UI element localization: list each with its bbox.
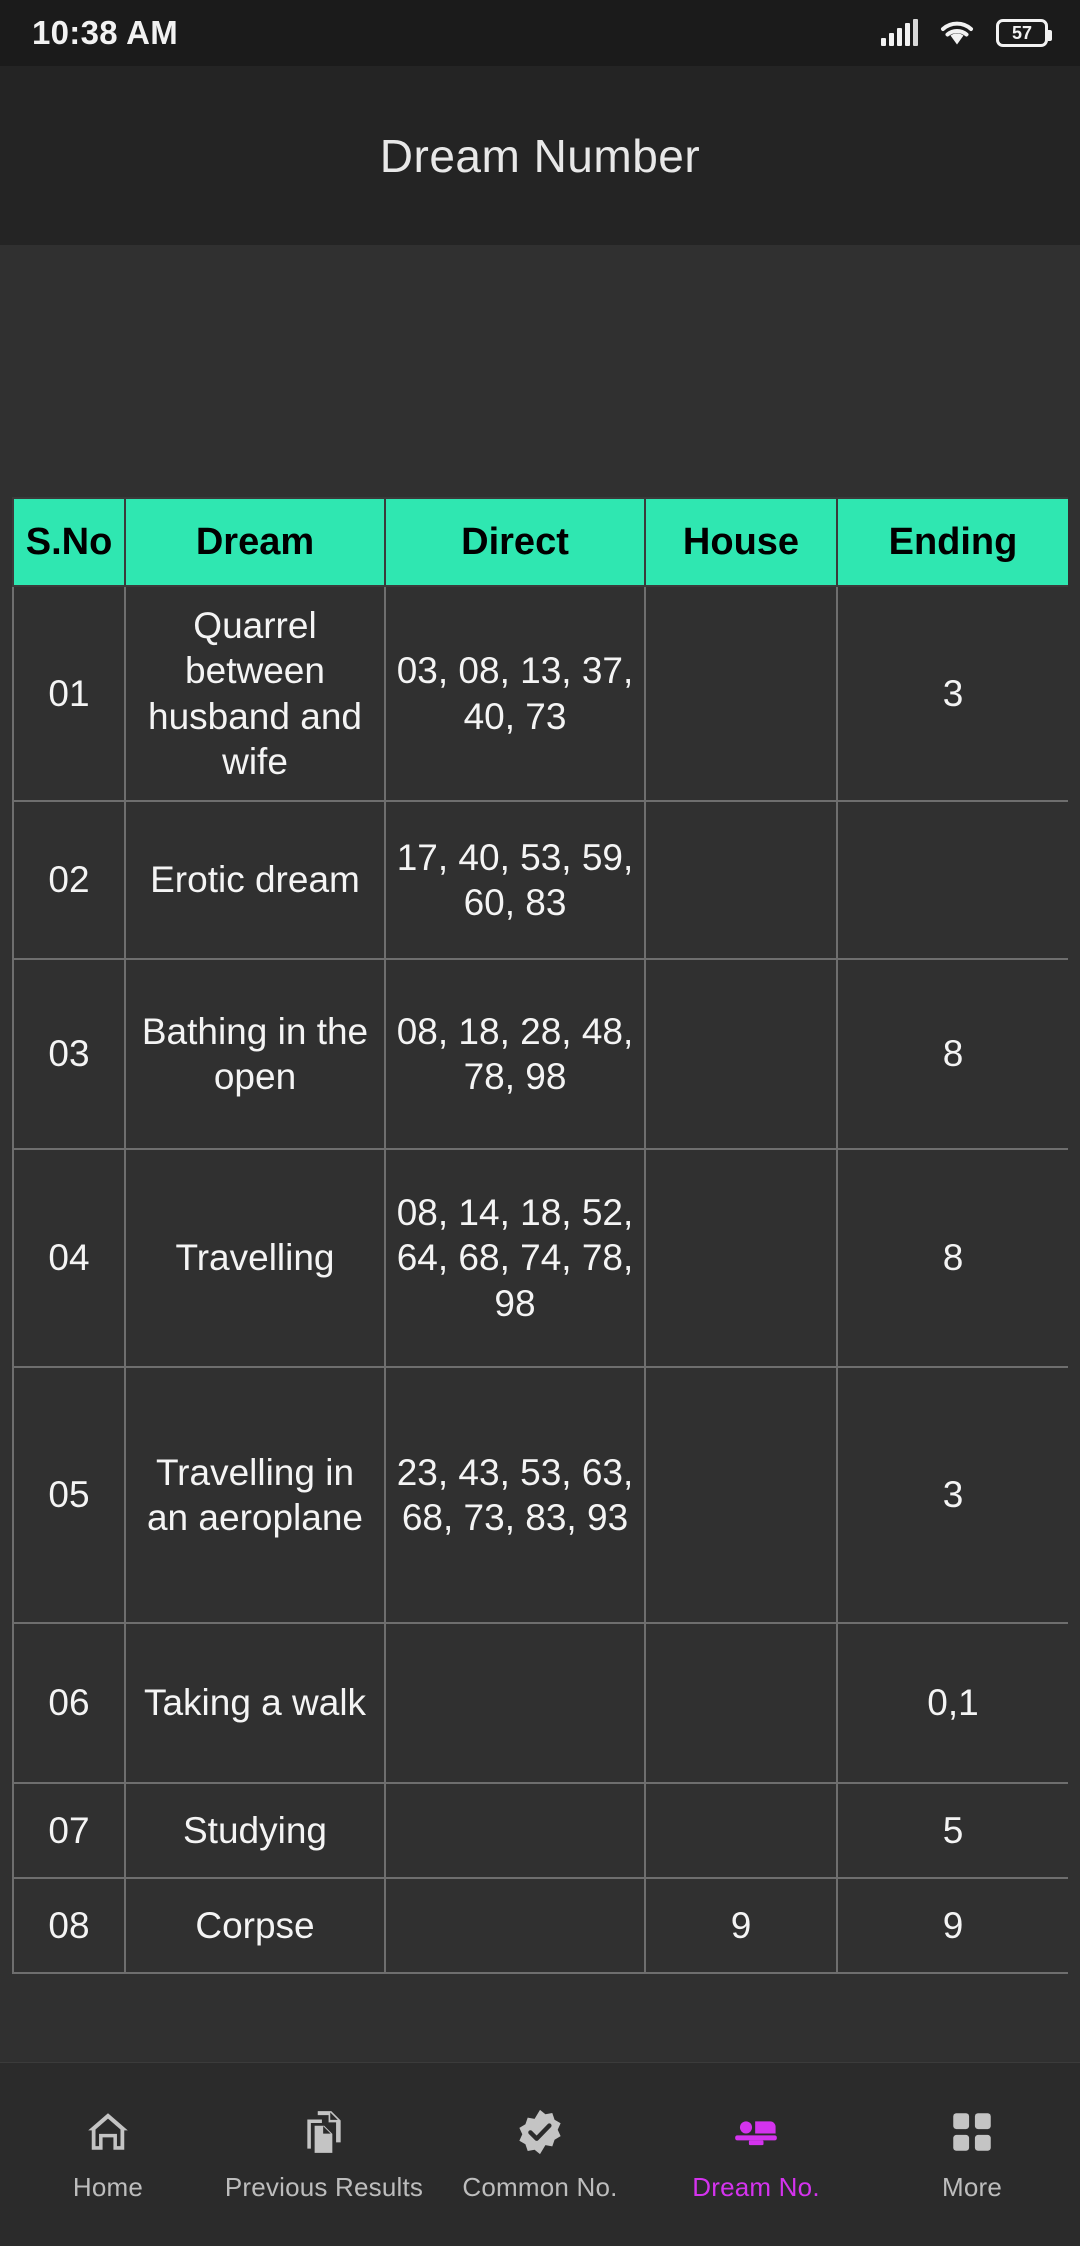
cell-dream: Bathing in the open	[124, 958, 386, 1150]
cell-house: 9	[644, 1877, 838, 1974]
nav-label: Dream No.	[692, 2172, 820, 2202]
app-bar: Dream Number	[0, 66, 1080, 245]
cell-house	[644, 1782, 838, 1879]
cell-sno: 01	[12, 585, 126, 802]
cell-dream: Quarrel between husband and wife	[124, 585, 386, 802]
signal-icon	[881, 19, 918, 46]
home-icon	[82, 2106, 134, 2158]
wifi-icon	[940, 20, 974, 46]
nav-item-common-no[interactable]: Common No.	[432, 2063, 648, 2246]
nav-item-dream-no[interactable]: Dream No.	[648, 2063, 864, 2246]
app-screen: 10:38 AM 57 Dream Number S.No Dream Dire…	[0, 0, 1080, 2246]
documents-icon	[298, 2106, 350, 2158]
table-row[interactable]: 08 Corpse 9 9	[12, 1877, 1068, 1974]
cell-direct	[384, 1877, 646, 1974]
column-header-ending: Ending	[836, 497, 1068, 587]
battery-level: 57	[1011, 23, 1033, 43]
table-row[interactable]: 02 Erotic dream 17, 40, 53, 59, 60, 83	[12, 800, 1068, 960]
column-header-house: House	[644, 497, 838, 587]
table-row[interactable]: 03 Bathing in the open 08, 18, 28, 48, 7…	[12, 958, 1068, 1150]
status-bar: 10:38 AM 57	[0, 0, 1080, 66]
table-row[interactable]: 01 Quarrel between husband and wife 03, …	[12, 585, 1068, 802]
cell-direct	[384, 1782, 646, 1879]
bed-icon	[730, 2106, 782, 2158]
cell-sno: 03	[12, 958, 126, 1150]
nav-label: More	[941, 2172, 1003, 2202]
cell-sno: 04	[12, 1148, 126, 1368]
nav-label: Home	[72, 2172, 144, 2202]
cell-dream: Studying	[124, 1782, 386, 1879]
cell-sno: 02	[12, 800, 126, 960]
cell-ending: 3	[836, 585, 1068, 802]
cell-dream: Taking a walk	[124, 1622, 386, 1784]
bottom-navigation: Home Previous Results Common No. Dream N…	[0, 2062, 1080, 2246]
cell-ending: 5	[836, 1782, 1068, 1879]
dream-number-table-container[interactable]: S.No Dream Direct House Ending 01 Quarre…	[12, 497, 1068, 2062]
cell-house	[644, 585, 838, 802]
cell-dream: Erotic dream	[124, 800, 386, 960]
cell-dream: Travelling	[124, 1148, 386, 1368]
cell-ending: 0,1	[836, 1622, 1068, 1784]
cell-direct: 23, 43, 53, 63, 68, 73, 83, 93	[384, 1366, 646, 1624]
cell-sno: 08	[12, 1877, 126, 1974]
cell-ending: 8	[836, 1148, 1068, 1368]
cell-house	[644, 1148, 838, 1368]
column-header-dream: Dream	[124, 497, 386, 587]
cell-house	[644, 1622, 838, 1784]
cell-ending	[836, 800, 1068, 960]
nav-item-home[interactable]: Home	[0, 2063, 216, 2246]
cell-house	[644, 800, 838, 960]
cell-sno: 07	[12, 1782, 126, 1879]
table-header-row: S.No Dream Direct House Ending	[12, 497, 1068, 587]
grid-icon	[946, 2106, 998, 2158]
cell-dream: Travelling in an aeroplane	[124, 1366, 386, 1624]
column-header-sno: S.No	[12, 497, 126, 587]
dream-number-table: S.No Dream Direct House Ending 01 Quarre…	[12, 497, 1068, 1974]
column-header-direct: Direct	[384, 497, 646, 587]
nav-label: Previous Results	[224, 2172, 424, 2202]
cell-direct: 08, 18, 28, 48, 78, 98	[384, 958, 646, 1150]
status-icons: 57	[881, 19, 1052, 47]
cell-ending: 3	[836, 1366, 1068, 1624]
nav-item-more[interactable]: More	[864, 2063, 1080, 2246]
nav-item-previous-results[interactable]: Previous Results	[216, 2063, 432, 2246]
cell-direct	[384, 1622, 646, 1784]
table-row[interactable]: 04 Travelling 08, 14, 18, 52, 64, 68, 74…	[12, 1148, 1068, 1368]
cell-house	[644, 958, 838, 1150]
cell-sno: 06	[12, 1622, 126, 1784]
cell-sno: 05	[12, 1366, 126, 1624]
table-row[interactable]: 07 Studying 5	[12, 1782, 1068, 1879]
table-row[interactable]: 06 Taking a walk 0,1	[12, 1622, 1068, 1784]
cell-ending: 9	[836, 1877, 1068, 1974]
battery-icon: 57	[996, 19, 1052, 47]
cell-house	[644, 1366, 838, 1624]
table-row[interactable]: 05 Travelling in an aeroplane 23, 43, 53…	[12, 1366, 1068, 1624]
table-body: 01 Quarrel between husband and wife 03, …	[12, 585, 1068, 1974]
nav-label: Common No.	[462, 2172, 618, 2202]
status-time: 10:38 AM	[32, 14, 179, 51]
page-title: Dream Number	[379, 129, 701, 182]
cell-ending: 8	[836, 958, 1068, 1150]
cell-direct: 17, 40, 53, 59, 60, 83	[384, 800, 646, 960]
cell-dream: Corpse	[124, 1877, 386, 1974]
verified-badge-icon	[514, 2106, 566, 2158]
cell-direct: 08, 14, 18, 52, 64, 68, 74, 78, 98	[384, 1148, 646, 1368]
cell-direct: 03, 08, 13, 37, 40, 73	[384, 585, 646, 802]
